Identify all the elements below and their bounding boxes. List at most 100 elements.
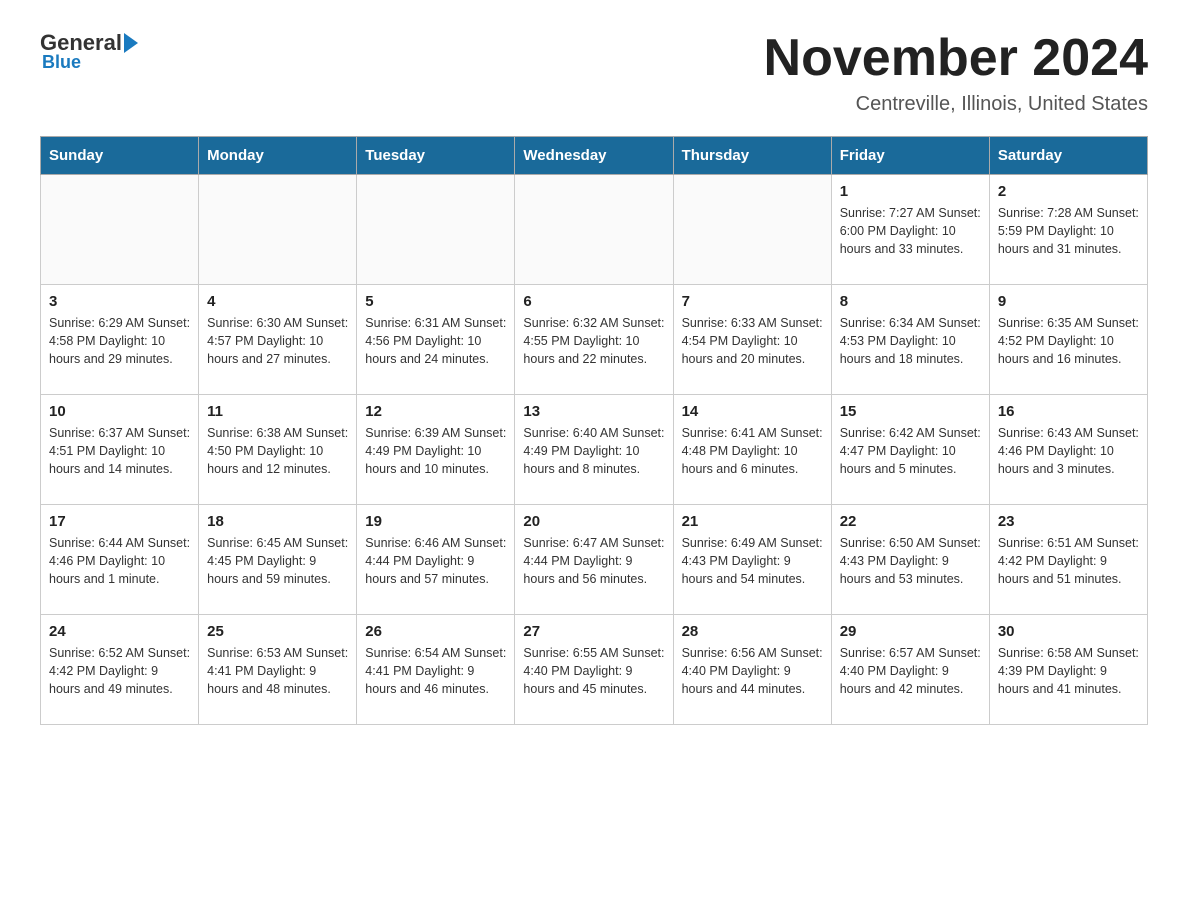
day-info: Sunrise: 6:49 AM Sunset: 4:43 PM Dayligh… <box>682 534 823 588</box>
day-cell: 18 Sunrise: 6:45 AM Sunset: 4:45 PM Dayli… <box>199 505 357 615</box>
day-info: Sunrise: 6:46 AM Sunset: 4:44 PM Dayligh… <box>365 534 506 588</box>
day-info: Sunrise: 6:52 AM Sunset: 4:42 PM Dayligh… <box>49 644 190 698</box>
day-cell: 10 Sunrise: 6:37 AM Sunset: 4:51 PM Dayli… <box>41 395 199 505</box>
day-info: Sunrise: 6:51 AM Sunset: 4:42 PM Dayligh… <box>998 534 1139 588</box>
day-info: Sunrise: 7:27 AM Sunset: 6:00 PM Dayligh… <box>840 204 981 258</box>
day-number: 5 <box>365 293 506 310</box>
day-info: Sunrise: 6:29 AM Sunset: 4:58 PM Dayligh… <box>49 314 190 368</box>
day-info: Sunrise: 6:53 AM Sunset: 4:41 PM Dayligh… <box>207 644 348 698</box>
week-row-1: 3Sunrise: 6:29 AM Sunset: 4:58 PM Daylig… <box>41 285 1148 395</box>
day-cell: 21 Sunrise: 6:49 AM Sunset: 4:43 PM Dayli… <box>673 505 831 615</box>
day-info: Sunrise: 6:54 AM Sunset: 4:41 PM Dayligh… <box>365 644 506 698</box>
logo-blue-text: Blue <box>42 52 81 73</box>
day-cell: 12 Sunrise: 6:39 AM Sunset: 4:49 PM Dayli… <box>357 395 515 505</box>
day-info: Sunrise: 6:56 AM Sunset: 4:40 PM Dayligh… <box>682 644 823 698</box>
header-saturday: Saturday <box>989 137 1147 175</box>
day-info: Sunrise: 6:34 AM Sunset: 4:53 PM Dayligh… <box>840 314 981 368</box>
day-info: Sunrise: 6:57 AM Sunset: 4:40 PM Dayligh… <box>840 644 981 698</box>
day-number: 23 <box>998 513 1139 530</box>
day-cell: 7 Sunrise: 6:33 AM Sunset: 4:54 PM Daylig… <box>673 285 831 395</box>
day-cell: 13 Sunrise: 6:40 AM Sunset: 4:49 PM Dayli… <box>515 395 673 505</box>
day-cell: 11 Sunrise: 6:38 AM Sunset: 4:50 PM Dayli… <box>199 395 357 505</box>
header-tuesday: Tuesday <box>357 137 515 175</box>
day-cell: 28 Sunrise: 6:56 AM Sunset: 4:40 PM Dayli… <box>673 615 831 725</box>
day-number: 7 <box>682 293 823 310</box>
day-cell: 15 Sunrise: 6:42 AM Sunset: 4:47 PM Dayli… <box>831 395 989 505</box>
day-cell: 8 Sunrise: 6:34 AM Sunset: 4:53 PM Daylig… <box>831 285 989 395</box>
day-number: 18 <box>207 513 348 530</box>
day-number: 21 <box>682 513 823 530</box>
title-area: November 2024 Centreville, Illinois, Uni… <box>764 30 1148 116</box>
day-cell: 25 Sunrise: 6:53 AM Sunset: 4:41 PM Dayli… <box>199 615 357 725</box>
day-number: 17 <box>49 513 190 530</box>
day-cell: 20 Sunrise: 6:47 AM Sunset: 4:44 PM Dayli… <box>515 505 673 615</box>
day-info: Sunrise: 6:39 AM Sunset: 4:49 PM Dayligh… <box>365 424 506 478</box>
day-cell: 1 Sunrise: 7:27 AM Sunset: 6:00 PM Daylig… <box>831 175 989 285</box>
day-cell: 17 Sunrise: 6:44 AM Sunset: 4:46 PM Dayli… <box>41 505 199 615</box>
day-info: Sunrise: 6:44 AM Sunset: 4:46 PM Dayligh… <box>49 534 190 588</box>
header-friday: Friday <box>831 137 989 175</box>
day-cell: 30 Sunrise: 6:58 AM Sunset: 4:39 PM Dayli… <box>989 615 1147 725</box>
day-info: Sunrise: 6:45 AM Sunset: 4:45 PM Dayligh… <box>207 534 348 588</box>
day-number: 24 <box>49 623 190 640</box>
day-number: 28 <box>682 623 823 640</box>
week-row-4: 24 Sunrise: 6:52 AM Sunset: 4:42 PM Dayli… <box>41 615 1148 725</box>
day-cell: 9 Sunrise: 6:35 AM Sunset: 4:52 PM Daylig… <box>989 285 1147 395</box>
day-number: 27 <box>523 623 664 640</box>
day-info: Sunrise: 6:30 AM Sunset: 4:57 PM Dayligh… <box>207 314 348 368</box>
day-number: 13 <box>523 403 664 420</box>
day-info: Sunrise: 6:37 AM Sunset: 4:51 PM Dayligh… <box>49 424 190 478</box>
day-number: 2 <box>998 183 1139 200</box>
day-info: Sunrise: 6:42 AM Sunset: 4:47 PM Dayligh… <box>840 424 981 478</box>
week-row-3: 17 Sunrise: 6:44 AM Sunset: 4:46 PM Dayli… <box>41 505 1148 615</box>
day-number: 6 <box>523 293 664 310</box>
day-number: 8 <box>840 293 981 310</box>
day-info: Sunrise: 6:32 AM Sunset: 4:55 PM Dayligh… <box>523 314 664 368</box>
day-number: 26 <box>365 623 506 640</box>
calendar-table: SundayMondayTuesdayWednesdayThursdayFrid… <box>40 136 1148 725</box>
day-cell: 24 Sunrise: 6:52 AM Sunset: 4:42 PM Dayli… <box>41 615 199 725</box>
logo-triangle-icon <box>124 33 138 53</box>
day-number: 12 <box>365 403 506 420</box>
day-cell: 22 Sunrise: 6:50 AM Sunset: 4:43 PM Dayli… <box>831 505 989 615</box>
header-wednesday: Wednesday <box>515 137 673 175</box>
day-info: Sunrise: 6:35 AM Sunset: 4:52 PM Dayligh… <box>998 314 1139 368</box>
day-cell: 3Sunrise: 6:29 AM Sunset: 4:58 PM Daylig… <box>41 285 199 395</box>
calendar-title: November 2024 <box>764 30 1148 87</box>
day-cell: 23 Sunrise: 6:51 AM Sunset: 4:42 PM Dayli… <box>989 505 1147 615</box>
day-info: Sunrise: 6:41 AM Sunset: 4:48 PM Dayligh… <box>682 424 823 478</box>
day-number: 4 <box>207 293 348 310</box>
header-monday: Monday <box>199 137 357 175</box>
day-info: Sunrise: 6:47 AM Sunset: 4:44 PM Dayligh… <box>523 534 664 588</box>
day-cell: 26 Sunrise: 6:54 AM Sunset: 4:41 PM Dayli… <box>357 615 515 725</box>
day-cell: 2 Sunrise: 7:28 AM Sunset: 5:59 PM Daylig… <box>989 175 1147 285</box>
day-number: 22 <box>840 513 981 530</box>
day-info: Sunrise: 6:33 AM Sunset: 4:54 PM Dayligh… <box>682 314 823 368</box>
day-info: Sunrise: 6:58 AM Sunset: 4:39 PM Dayligh… <box>998 644 1139 698</box>
day-number: 14 <box>682 403 823 420</box>
day-info: Sunrise: 6:40 AM Sunset: 4:49 PM Dayligh… <box>523 424 664 478</box>
day-number: 30 <box>998 623 1139 640</box>
day-number: 10 <box>49 403 190 420</box>
day-cell <box>357 175 515 285</box>
day-info: Sunrise: 6:38 AM Sunset: 4:50 PM Dayligh… <box>207 424 348 478</box>
day-cell: 29 Sunrise: 6:57 AM Sunset: 4:40 PM Dayli… <box>831 615 989 725</box>
day-number: 29 <box>840 623 981 640</box>
day-info: Sunrise: 6:50 AM Sunset: 4:43 PM Dayligh… <box>840 534 981 588</box>
location-subtitle: Centreville, Illinois, United States <box>764 93 1148 116</box>
day-number: 1 <box>840 183 981 200</box>
day-number: 20 <box>523 513 664 530</box>
page-header: General Blue November 2024 Centreville, … <box>40 30 1148 116</box>
day-number: 11 <box>207 403 348 420</box>
day-cell: 6 Sunrise: 6:32 AM Sunset: 4:55 PM Daylig… <box>515 285 673 395</box>
day-cell: 16Sunrise: 6:43 AM Sunset: 4:46 PM Dayli… <box>989 395 1147 505</box>
day-info: Sunrise: 6:55 AM Sunset: 4:40 PM Dayligh… <box>523 644 664 698</box>
day-number: 25 <box>207 623 348 640</box>
day-cell: 19Sunrise: 6:46 AM Sunset: 4:44 PM Dayli… <box>357 505 515 615</box>
day-number: 9 <box>998 293 1139 310</box>
day-info: Sunrise: 6:31 AM Sunset: 4:56 PM Dayligh… <box>365 314 506 368</box>
day-cell <box>41 175 199 285</box>
day-info: Sunrise: 7:28 AM Sunset: 5:59 PM Dayligh… <box>998 204 1139 258</box>
day-info: Sunrise: 6:43 AM Sunset: 4:46 PM Dayligh… <box>998 424 1139 478</box>
day-number: 15 <box>840 403 981 420</box>
